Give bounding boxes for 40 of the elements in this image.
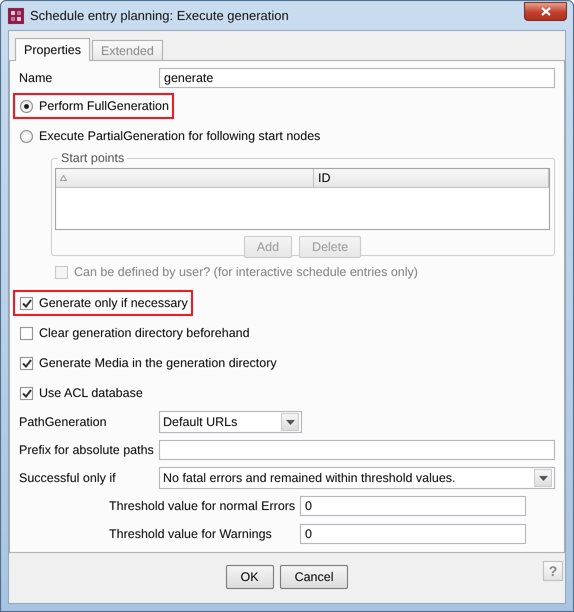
radio-button[interactable] <box>20 100 33 112</box>
check-icon <box>22 358 32 368</box>
radio-button[interactable] <box>20 130 33 142</box>
field-label: Threshold value for normal Errors <box>109 499 296 513</box>
field-label: Threshold value for Warnings <box>109 527 273 541</box>
checkbox-label: Generate only if necessary <box>39 296 188 310</box>
checkbox[interactable] <box>20 326 33 340</box>
threshold-field[interactable]: 0 <box>300 524 526 544</box>
window-title: Schedule entry planning: Execute generation <box>30 8 290 23</box>
tab[interactable]: Properties <box>15 38 90 61</box>
radio-label: Perform FullGeneration <box>39 99 169 113</box>
field-label: PathGeneration <box>19 415 108 429</box>
success-condition-dropdown[interactable]: No fatal errors and remained within threshold values. <box>159 467 555 489</box>
radio-label: Execute PartialGeneration for following start nodes <box>39 129 320 143</box>
field-label: Successful only if <box>19 471 117 485</box>
close-button[interactable] <box>524 2 567 20</box>
start-points-table[interactable]: ID <box>55 168 550 230</box>
check-icon <box>22 298 32 308</box>
path-generation-dropdown[interactable]: Default URLs <box>159 411 302 433</box>
field-label: Prefix for absolute paths <box>19 443 155 457</box>
prefix-field[interactable] <box>159 440 555 460</box>
dialog-button[interactable]: OK <box>226 565 274 589</box>
dropdown-arrow-icon <box>286 420 294 424</box>
checkbox[interactable] <box>20 296 33 310</box>
threshold-field[interactable]: 0 <box>300 496 526 516</box>
checkbox-label: Generate Media in the generation directory <box>39 356 277 370</box>
checkbox[interactable] <box>20 386 33 400</box>
name-field[interactable]: generate <box>159 68 555 88</box>
app-icon <box>8 8 24 24</box>
close-icon <box>540 6 550 16</box>
sort-icon <box>60 175 67 181</box>
checkbox-label: Clear generation directory beforehand <box>39 326 250 340</box>
check-icon <box>22 388 32 398</box>
checkbox-label: Can be defined by user? (for interactive schedule entries only) <box>74 265 418 279</box>
group-title: Start points <box>60 151 126 165</box>
name-label: Name <box>19 71 54 85</box>
checkbox[interactable] <box>20 356 33 370</box>
checkbox-label: Use ACL database <box>39 386 143 400</box>
dropdown-arrow-icon <box>538 476 548 480</box>
dialog-button[interactable]: Cancel <box>280 565 348 589</box>
